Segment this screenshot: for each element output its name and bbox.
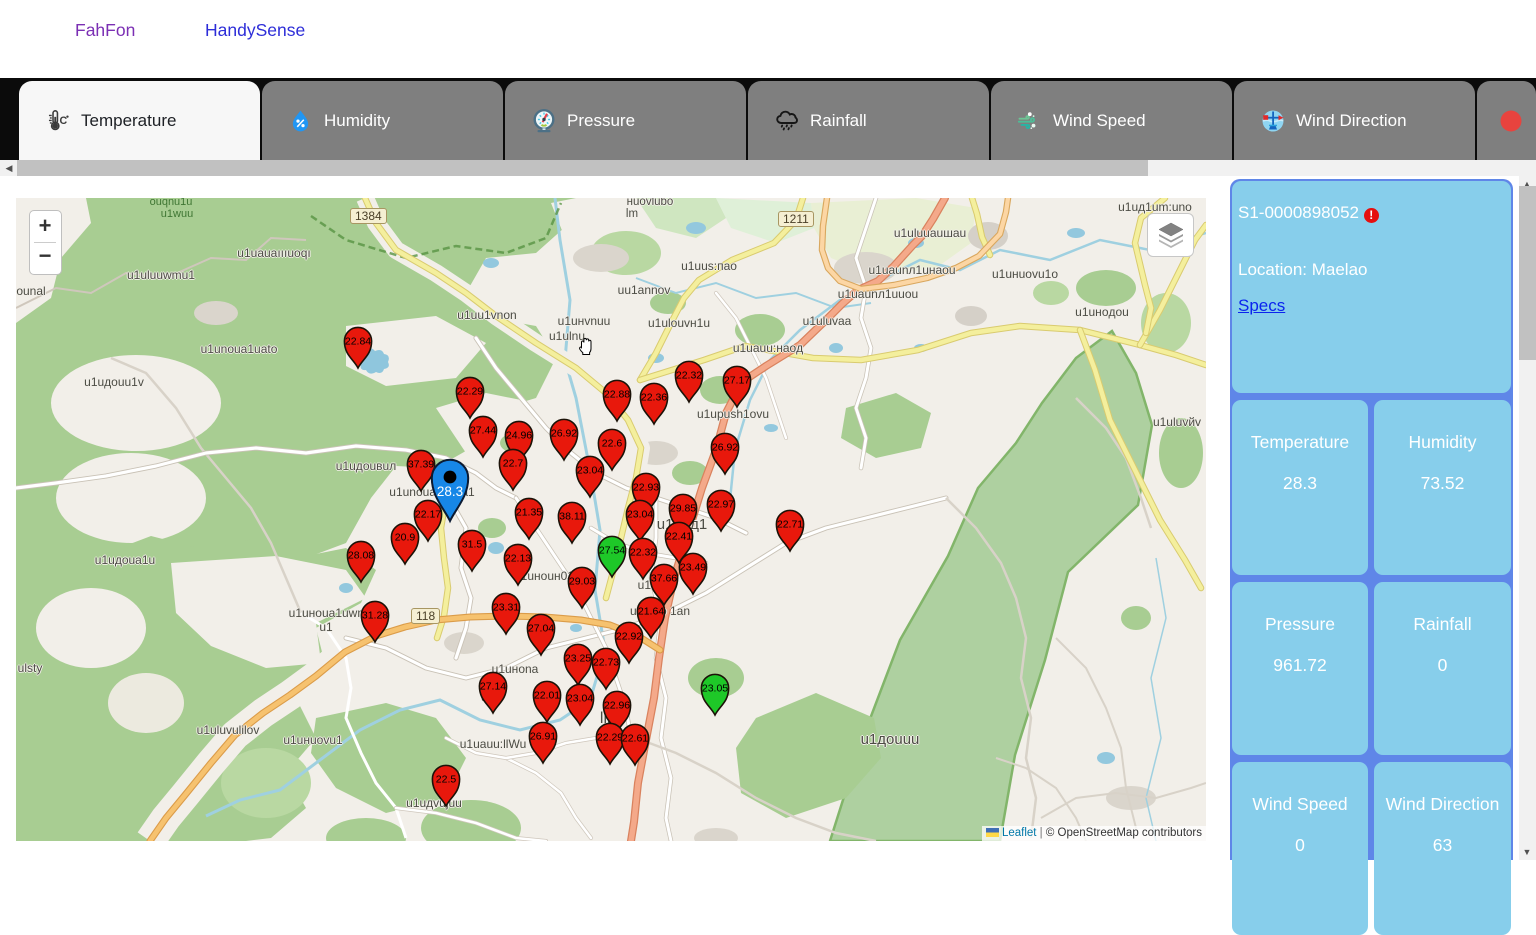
svg-text:27.14: 27.14 bbox=[480, 681, 506, 693]
svg-text:C: C bbox=[59, 114, 67, 126]
svg-text:22.96: 22.96 bbox=[604, 700, 630, 712]
svg-text:22.17: 22.17 bbox=[415, 509, 441, 521]
svg-text:27.44: 27.44 bbox=[470, 425, 496, 437]
svg-text:22.7: 22.7 bbox=[503, 458, 524, 470]
svg-text:22.29: 22.29 bbox=[597, 732, 623, 744]
svg-text:22.92: 22.92 bbox=[616, 631, 642, 643]
svg-text:20.9: 20.9 bbox=[395, 532, 416, 544]
svg-text:22.73: 22.73 bbox=[593, 657, 619, 669]
svg-text:23.04: 23.04 bbox=[627, 509, 653, 521]
svg-text:38.11: 38.11 bbox=[559, 511, 585, 523]
svg-text:23.04: 23.04 bbox=[577, 465, 603, 477]
svg-text:22.32: 22.32 bbox=[630, 547, 656, 559]
svg-text:26.92: 26.92 bbox=[551, 428, 577, 440]
svg-text:26.92: 26.92 bbox=[712, 442, 738, 454]
svg-text:23.31: 23.31 bbox=[493, 602, 519, 614]
svg-text:22.36: 22.36 bbox=[641, 392, 667, 404]
svg-text:37.66: 37.66 bbox=[651, 573, 677, 585]
svg-text:22.6: 22.6 bbox=[602, 438, 623, 450]
svg-text:22.88: 22.88 bbox=[604, 389, 630, 401]
svg-text:29.03: 29.03 bbox=[569, 576, 595, 588]
svg-text:37.39: 37.39 bbox=[408, 459, 434, 471]
svg-text:23.49: 23.49 bbox=[680, 562, 706, 574]
svg-text:24.96: 24.96 bbox=[506, 430, 532, 442]
svg-text:22.93: 22.93 bbox=[633, 482, 659, 494]
svg-text:22.13: 22.13 bbox=[505, 553, 531, 565]
svg-text:29.85: 29.85 bbox=[670, 503, 696, 515]
svg-text:22.41: 22.41 bbox=[666, 531, 692, 543]
svg-text:31.28: 31.28 bbox=[362, 610, 388, 622]
svg-text:22.71: 22.71 bbox=[777, 519, 803, 531]
svg-text:22.61: 22.61 bbox=[622, 733, 648, 745]
svg-text:22.01: 22.01 bbox=[534, 690, 560, 702]
svg-text:31.5: 31.5 bbox=[462, 539, 483, 551]
svg-text:23.25: 23.25 bbox=[565, 653, 591, 665]
svg-text:28.3: 28.3 bbox=[437, 484, 463, 499]
svg-text:27.54: 27.54 bbox=[599, 545, 625, 557]
svg-text:22.32: 22.32 bbox=[676, 370, 702, 382]
svg-text:22.97: 22.97 bbox=[708, 499, 734, 511]
svg-text:27.04: 27.04 bbox=[528, 623, 554, 635]
svg-text:22.84: 22.84 bbox=[345, 336, 371, 348]
svg-text:22.5: 22.5 bbox=[436, 774, 457, 786]
svg-text:22.29: 22.29 bbox=[457, 386, 483, 398]
svg-text:27.17: 27.17 bbox=[724, 375, 750, 387]
svg-text:23.04: 23.04 bbox=[567, 693, 593, 705]
svg-text:21.64: 21.64 bbox=[638, 606, 664, 618]
svg-text:28.08: 28.08 bbox=[348, 550, 374, 562]
svg-text:21.35: 21.35 bbox=[516, 507, 542, 519]
svg-text:23.05: 23.05 bbox=[702, 683, 728, 695]
svg-text:26.91: 26.91 bbox=[530, 731, 556, 743]
